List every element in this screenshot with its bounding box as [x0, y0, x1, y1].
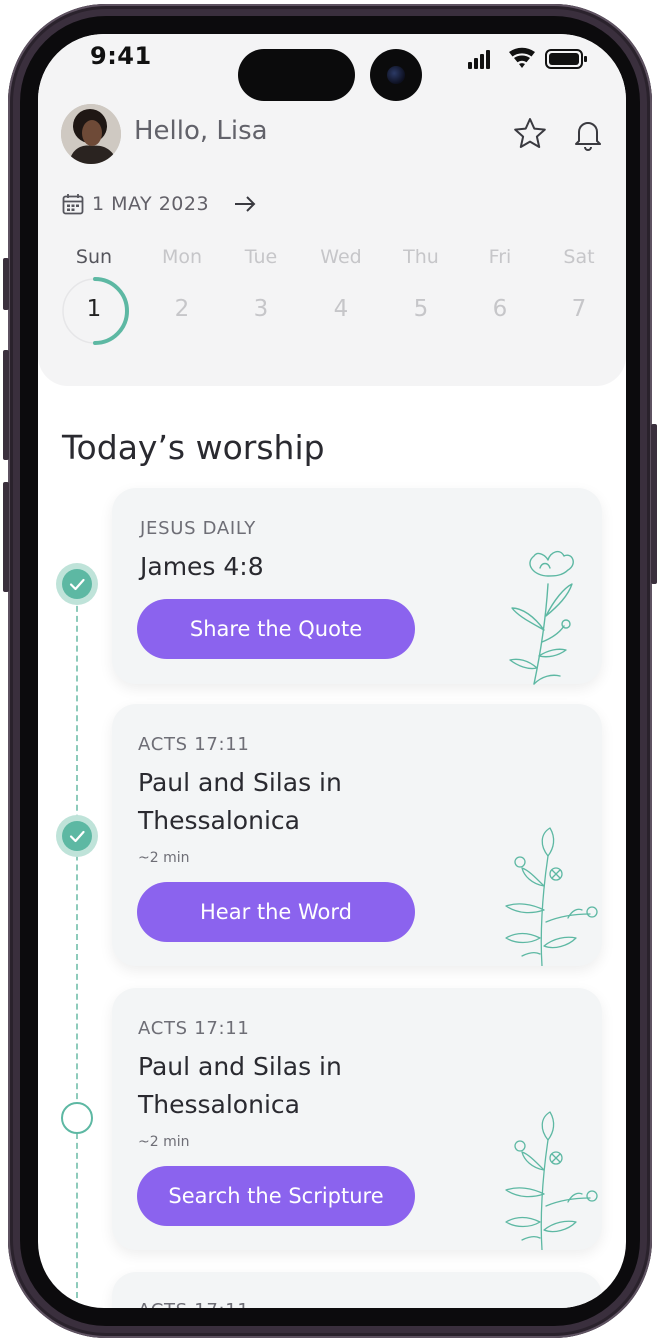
day-name-thu[interactable]: Thu [386, 246, 456, 268]
card-tag: ACTS 17:11 [138, 1018, 250, 1039]
flower-illustration [505, 1111, 598, 1250]
day-number-2[interactable]: 2 [147, 296, 217, 322]
battery-icon [545, 49, 587, 69]
dynamic-island [238, 49, 355, 101]
day-name-tue[interactable]: Tue [226, 246, 296, 268]
status-icons [468, 47, 587, 69]
timeline-line [76, 586, 78, 1308]
day-number-7[interactable]: 7 [544, 296, 614, 322]
current-date: 1 MAY 2023 [92, 193, 210, 215]
volume-down-button [3, 482, 9, 592]
day-number-1[interactable]: 1 [59, 296, 129, 322]
date-selector[interactable]: 1 MAY 2023 [62, 191, 257, 217]
avatar[interactable] [61, 104, 121, 164]
bell-icon[interactable] [570, 116, 606, 152]
search-scripture-button[interactable]: Search the Scripture [137, 1166, 415, 1226]
flower-illustration [505, 827, 598, 966]
front-camera [370, 49, 422, 101]
card-duration: ~2 min [138, 850, 190, 866]
flower-illustration [509, 550, 574, 685]
card-title: James 4:8 [140, 552, 264, 581]
card-duration: ~2 min [138, 1134, 190, 1150]
card-tag: ACTS 17:11 [138, 1300, 250, 1308]
signal-icon [468, 50, 490, 69]
card-tag: ACTS 17:11 [138, 734, 250, 755]
greeting-text: Hello, Lisa [134, 116, 268, 146]
worship-card-3[interactable]: ACTS 17:11 Paul and Silas in Thessalonic… [112, 988, 602, 1250]
day-number-5[interactable]: 5 [386, 296, 456, 322]
calendar-icon [62, 194, 84, 215]
power-button [651, 424, 657, 584]
day-number-4[interactable]: 4 [306, 296, 376, 322]
worship-card-2[interactable]: ACTS 17:11 Paul and Silas in Thessalonic… [112, 704, 602, 966]
star-icon[interactable] [512, 116, 548, 152]
day-name-wed[interactable]: Wed [306, 246, 376, 268]
worship-card-4[interactable]: ACTS 17:11 [112, 1272, 602, 1308]
share-quote-button[interactable]: Share the Quote [137, 599, 415, 659]
worship-card-1[interactable]: JESUS DAILY James 4:8 Share the Quote [112, 488, 602, 685]
card-tag: JESUS DAILY [140, 518, 256, 539]
timeline-node-done-1 [56, 563, 98, 605]
action-button [3, 258, 9, 310]
section-title: Today’s worship [62, 428, 325, 467]
day-name-fri[interactable]: Fri [465, 246, 535, 268]
day-number-3[interactable]: 3 [226, 296, 296, 322]
card-title: Paul and Silas in Thessalonica [138, 768, 342, 835]
day-name-mon[interactable]: Mon [147, 246, 217, 268]
timeline-node-pending [61, 1102, 93, 1134]
day-number-6[interactable]: 6 [465, 296, 535, 322]
hear-word-button[interactable]: Hear the Word [137, 882, 415, 942]
arrow-right-icon[interactable] [233, 194, 257, 214]
day-name-sat[interactable]: Sat [544, 246, 614, 268]
volume-up-button [3, 350, 9, 460]
card-title: Paul and Silas in Thessalonica [138, 1052, 342, 1119]
app-screen: 9:41 Hello, Lisa 1 MAY 2023 Sun Mon Tue … [38, 34, 626, 1308]
timeline-node-done-2 [56, 815, 98, 857]
wifi-icon [509, 47, 535, 68]
status-time: 9:41 [90, 42, 152, 70]
day-name-sun[interactable]: Sun [59, 246, 129, 268]
